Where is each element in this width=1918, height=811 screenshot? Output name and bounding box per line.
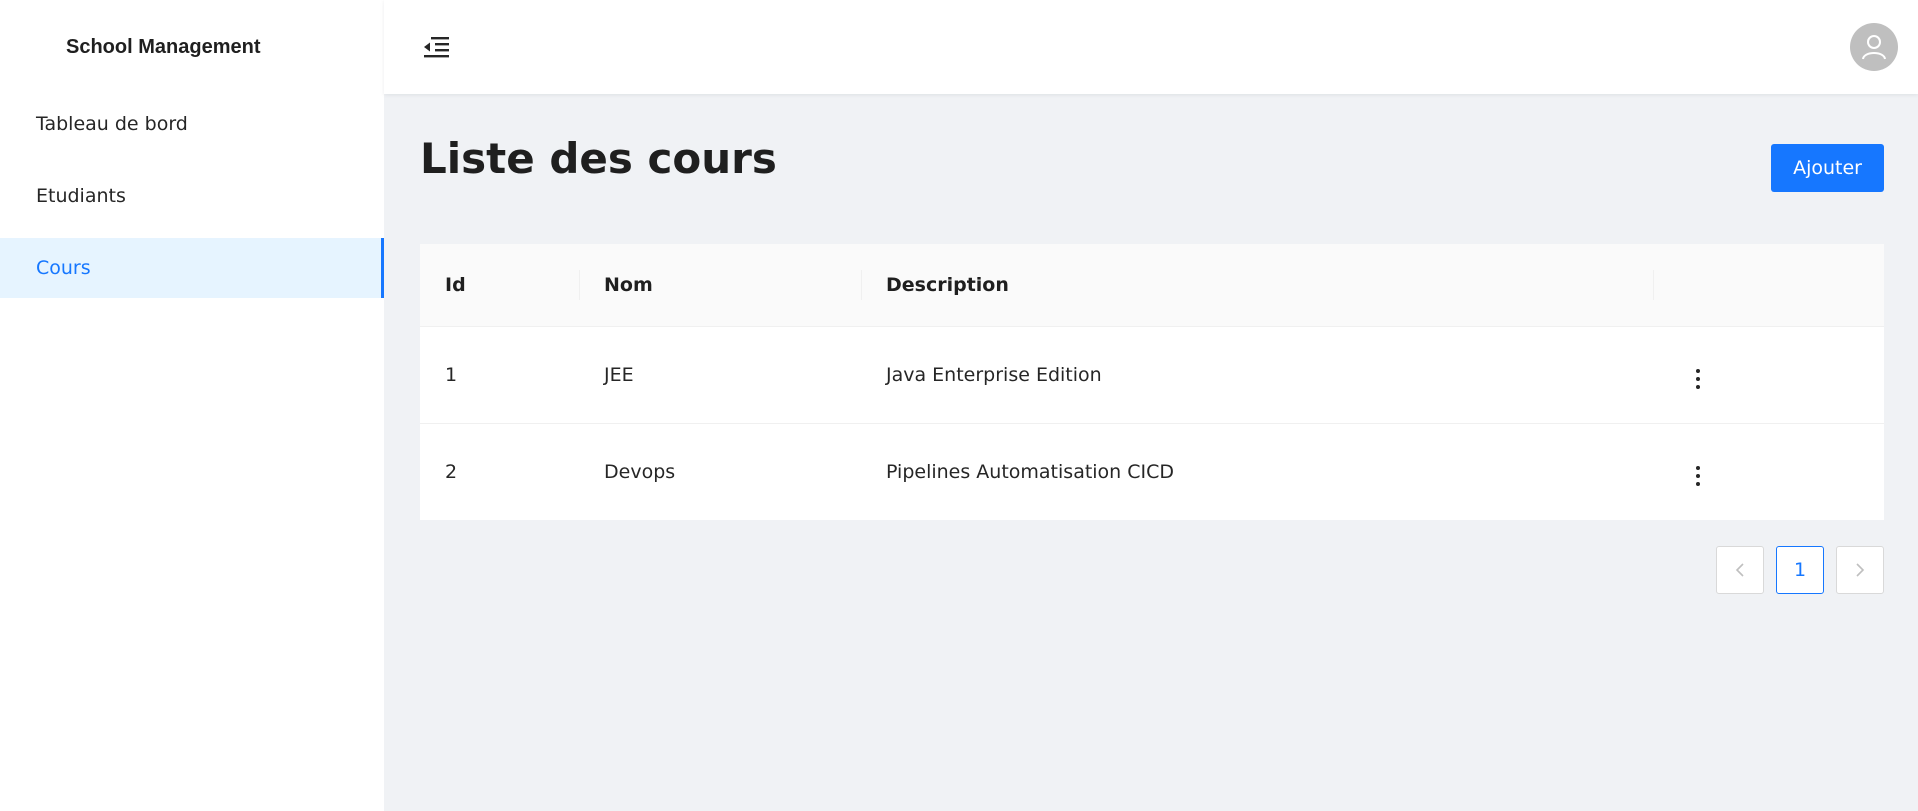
table-row: 1 JEE Java Enterprise Edition: [420, 325, 1884, 423]
table-header-row: Id Nom Description: [420, 244, 1884, 326]
cell-actions: [1653, 422, 1884, 520]
menu-fold-icon[interactable]: [418, 29, 454, 65]
page-header: Liste des cours Ajouter: [420, 130, 1884, 244]
cell-id: 1: [420, 325, 579, 423]
app-title: School Management: [66, 35, 261, 58]
pagination-next-button[interactable]: [1836, 546, 1884, 594]
user-icon: [1862, 35, 1886, 60]
add-button[interactable]: Ajouter: [1771, 144, 1884, 192]
cell-nom: JEE: [579, 325, 861, 423]
cell-actions: [1653, 325, 1884, 423]
cell-nom: Devops: [579, 422, 861, 520]
pagination-page-1[interactable]: 1: [1776, 546, 1824, 594]
column-header-description[interactable]: Description: [861, 244, 1653, 326]
courses-table: Id Nom Description 1 JEE Java Enterprise…: [420, 244, 1884, 520]
chevron-left-icon: [1735, 563, 1744, 577]
column-header-nom[interactable]: Nom: [579, 244, 861, 326]
column-header-actions: [1653, 244, 1884, 326]
more-vertical-icon[interactable]: [1690, 462, 1706, 490]
topbar: [384, 0, 1918, 94]
table-row: 2 Devops Pipelines Automatisation CICD: [420, 422, 1884, 520]
more-vertical-icon[interactable]: [1690, 365, 1706, 393]
column-header-id[interactable]: Id: [420, 244, 579, 326]
main-area: Liste des cours Ajouter Id Nom Descripti…: [384, 0, 1918, 811]
sidebar-item-cours[interactable]: Cours: [0, 238, 384, 298]
cell-id: 2: [420, 422, 579, 520]
page-title: Liste des cours: [420, 134, 777, 183]
pagination-prev-button[interactable]: [1716, 546, 1764, 594]
sidebar-item-tableau-de-bord[interactable]: Tableau de bord: [0, 94, 384, 154]
cell-description: Pipelines Automatisation CICD: [861, 422, 1653, 520]
sidebar-menu: Tableau de bord Etudiants Cours: [0, 94, 384, 310]
cell-description: Java Enterprise Edition: [861, 325, 1653, 423]
chevron-right-icon: [1856, 563, 1865, 577]
avatar[interactable]: [1850, 23, 1898, 71]
content: Liste des cours Ajouter Id Nom Descripti…: [384, 94, 1918, 594]
sidebar: School Management Tableau de bord Etudia…: [0, 0, 384, 811]
pagination: 1: [420, 546, 1884, 594]
sidebar-item-etudiants[interactable]: Etudiants: [0, 166, 384, 226]
